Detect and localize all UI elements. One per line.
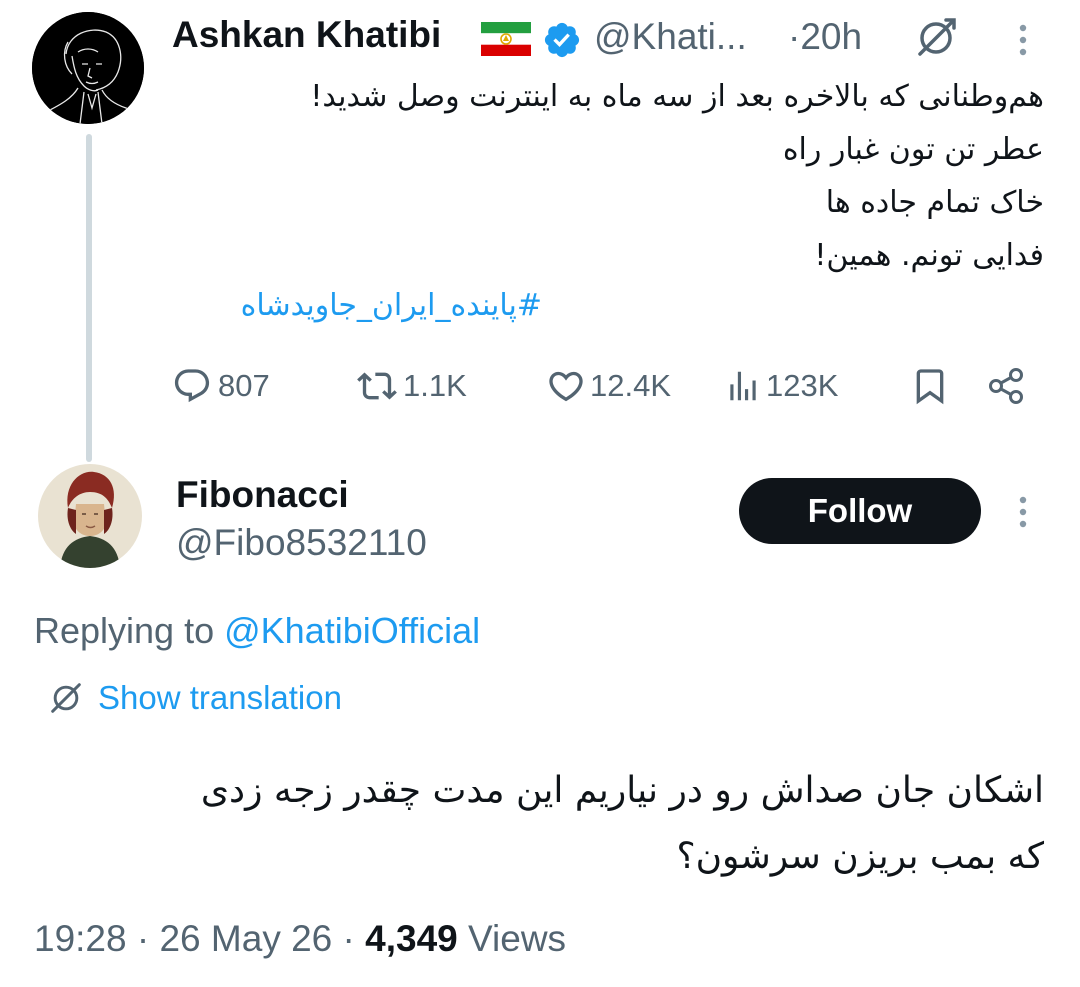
share-action[interactable] xyxy=(986,360,1028,412)
repost-action[interactable]: 1.1K xyxy=(355,360,467,412)
time-value: 20h xyxy=(800,16,863,57)
fibonacci-portrait xyxy=(38,464,142,568)
reply-meta: 19:28 · 26 May 26 · 4,349 Views xyxy=(34,918,566,960)
replying-prefix: Replying to xyxy=(34,610,215,651)
more-options-icon[interactable] xyxy=(1008,492,1038,532)
time-separator: · xyxy=(788,16,801,57)
reply-count: 807 xyxy=(218,368,270,403)
tweet-line: هم‌وطنانی که بالاخره بعد از سه ماه به ای… xyxy=(310,79,1044,114)
reply-author-name[interactable]: Fibonacci xyxy=(176,474,349,516)
repost-icon xyxy=(357,372,397,400)
tweet-time[interactable]: ·20h xyxy=(788,16,862,58)
repost-count: 1.1K xyxy=(403,368,467,403)
replying-to-mention[interactable]: @KhatibiOfficial xyxy=(224,610,480,651)
verified-badge-icon[interactable] xyxy=(542,20,582,60)
reply-action[interactable]: 807 xyxy=(172,360,270,412)
share-icon xyxy=(989,368,1023,404)
like-icon xyxy=(549,371,583,402)
translate-icon[interactable] xyxy=(912,14,960,62)
tweet-line: خاک تمام جاده ها xyxy=(825,185,1044,220)
follow-button[interactable]: Follow xyxy=(739,478,981,544)
bookmark-icon xyxy=(916,369,944,405)
translate-icon xyxy=(51,683,81,713)
flag-icon xyxy=(481,22,531,56)
reply-line: که بمب بریزن سرشون؟ xyxy=(676,836,1045,877)
show-translation-button[interactable]: Show translation xyxy=(46,678,342,718)
views-icon xyxy=(730,371,756,401)
replying-to-line: Replying to @KhatibiOfficial xyxy=(34,610,480,652)
show-translation-label: Show translation xyxy=(98,679,342,716)
author-name[interactable]: Ashkan Khatibi xyxy=(172,14,441,56)
thread-connector-line xyxy=(86,134,92,462)
hashtag-link[interactable]: #پاینده_ایران_جاویدشاه xyxy=(241,288,542,323)
reply-time[interactable]: 19:28 xyxy=(34,918,127,959)
meta-separator: · xyxy=(136,918,150,959)
line-art-portrait xyxy=(32,12,144,124)
author-handle[interactable]: @Khati... xyxy=(594,16,747,58)
reply-icon xyxy=(174,369,210,403)
meta-separator: · xyxy=(342,918,355,959)
views-count: 123K xyxy=(766,368,839,403)
tweet-line: عطر تن تون غبار راه xyxy=(782,132,1044,167)
reply-body: اشکان جان صداش رو در نیاریم این مدت چقدر… xyxy=(44,758,1044,890)
reply-author-avatar[interactable] xyxy=(38,464,142,568)
views-action[interactable]: 123K xyxy=(724,360,838,412)
bookmark-action[interactable] xyxy=(910,360,950,412)
reply-author-handle[interactable]: @Fibo8532110 xyxy=(176,522,427,564)
more-options-icon[interactable] xyxy=(1008,20,1038,60)
tweet-line: فدایی تونم. همین! xyxy=(814,238,1044,273)
views-label: Views xyxy=(468,918,567,959)
reply-line: اشکان جان صداش رو در نیاریم این مدت چقدر… xyxy=(200,770,1044,811)
reply-date[interactable]: 26 May 26 xyxy=(159,918,332,959)
views-number: 4,349 xyxy=(365,918,458,959)
like-count: 12.4K xyxy=(590,368,672,403)
author-avatar[interactable] xyxy=(32,12,144,124)
tweet-body: هم‌وطنانی که بالاخره بعد از سه ماه به ای… xyxy=(164,70,1044,282)
like-action[interactable]: 12.4K xyxy=(546,360,671,412)
